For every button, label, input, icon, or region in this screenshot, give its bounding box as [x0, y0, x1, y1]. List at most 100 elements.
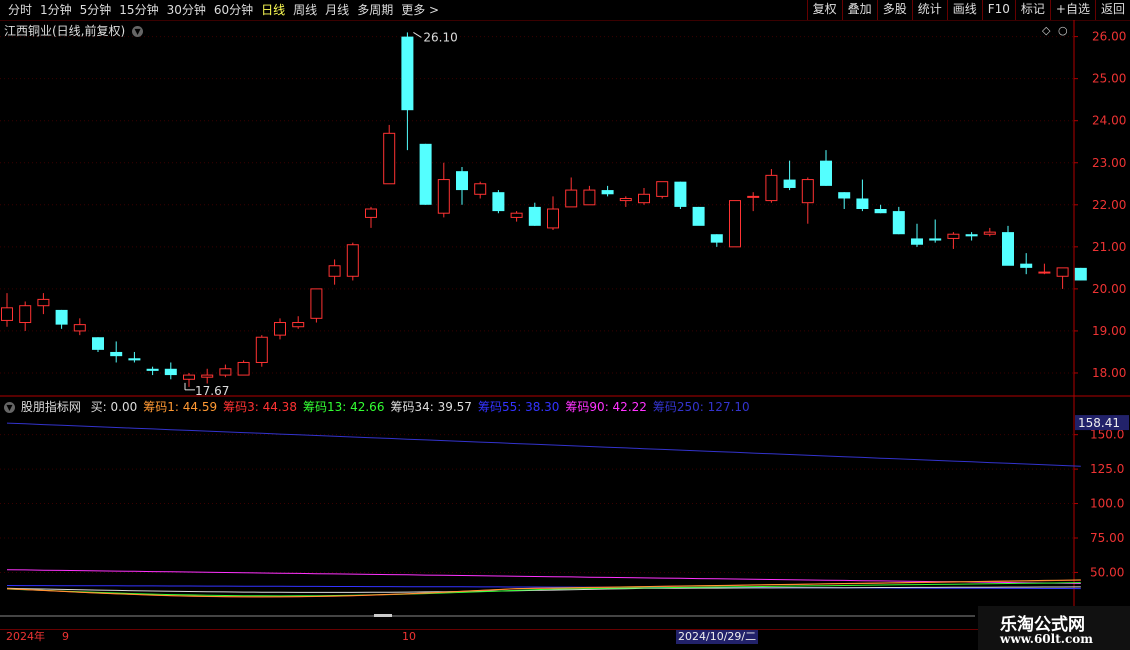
candle-body: [1020, 263, 1033, 268]
candle-body: [856, 198, 869, 209]
indicator-value: 筹码55: 38.30: [477, 400, 560, 414]
candle-body: [510, 212, 523, 218]
candle-body: [146, 368, 159, 371]
period-tab[interactable]: 15分钟: [115, 2, 162, 18]
period-tab[interactable]: 多周期: [353, 2, 397, 18]
candle-body: [565, 189, 578, 208]
chart-title: 江西铜业(日线,前复权) ▼: [4, 22, 144, 39]
indicator-value: 买: 0.00: [90, 400, 138, 414]
date-month-9: 9: [62, 630, 69, 643]
candle-body: [1002, 232, 1014, 266]
indicator-tick-label: 125.0: [1090, 462, 1124, 476]
candle-body: [692, 206, 705, 226]
candle-body: [583, 189, 596, 206]
period-tab[interactable]: 月线: [321, 2, 353, 18]
candle-body: [729, 200, 741, 248]
price-tick-label: 21.00: [1092, 240, 1126, 254]
candle-body: [92, 337, 104, 350]
candle-body: [456, 171, 468, 191]
indicator-value: 筹码90: 42.22: [565, 400, 647, 414]
price-tick-label: 22.00: [1092, 198, 1126, 212]
indicator-value: 筹码3: 44.38: [223, 400, 297, 414]
toolbar-button[interactable]: F10: [981, 0, 1015, 20]
series-line-250: [6, 422, 1081, 467]
period-tab[interactable]: 周线: [289, 2, 321, 18]
date-axis: 2024年 9 10 2024/10/29/二: [0, 629, 978, 644]
toolbar-button[interactable]: 返回: [1094, 0, 1130, 20]
candle-body: [874, 209, 887, 214]
high-label: 26.10: [423, 30, 457, 44]
indicator-tick-label: 75.00: [1090, 531, 1124, 545]
candle-body: [346, 244, 359, 277]
candle-body: [164, 368, 177, 376]
toolbar-actions: 复权 叠加 多股 统计 画线 F10 标记 +自选 返回: [806, 0, 1130, 20]
candle-body: [73, 324, 86, 332]
logo-url: www.60lt.com: [1000, 632, 1093, 646]
toolbar-button[interactable]: +自选: [1049, 0, 1095, 20]
indicator-legend: ▼ 股朋指标网 买: 0.00 筹码1: 44.59 筹码3: 44.38 筹码13:…: [4, 398, 756, 415]
indicator-value: 筹码34: 39.57: [390, 400, 472, 414]
candle-body: [619, 197, 632, 202]
period-tab[interactable]: 5分钟: [76, 2, 116, 18]
circle-icon: ○: [1058, 24, 1068, 37]
price-tick-label: 18.00: [1092, 366, 1126, 380]
candle-body: [365, 208, 377, 218]
period-tabs: 分时 1分钟 5分钟 15分钟 30分钟 60分钟 日线 周线 月线 多周期 更多 >: [4, 2, 443, 18]
candle-body: [674, 181, 687, 207]
candle-body: [55, 309, 68, 325]
low-label: 17.67: [195, 384, 229, 398]
chevron-down-icon[interactable]: ▼: [4, 402, 15, 413]
price-tick-label: 23.00: [1092, 156, 1126, 170]
candle-body: [1, 307, 13, 321]
candle-body: [419, 143, 432, 205]
chevron-down-icon[interactable]: ▼: [132, 26, 144, 37]
series-line-13: [6, 582, 1081, 597]
date-month-10: 10: [402, 630, 416, 643]
candle-body: [638, 193, 650, 204]
candle-body: [983, 231, 996, 235]
period-tab[interactable]: 分时: [4, 2, 36, 18]
indicator-value: 筹码250: 127.10: [652, 400, 750, 414]
candle-body: [110, 351, 123, 357]
period-tab[interactable]: 60分钟: [210, 2, 257, 18]
toolbar-button[interactable]: 多股: [876, 0, 912, 20]
price-tick-label: 24.00: [1092, 114, 1126, 128]
candle-body: [128, 358, 141, 361]
period-tab[interactable]: 30分钟: [163, 2, 210, 18]
candle-body: [1074, 267, 1087, 281]
candle-body: [1056, 267, 1069, 277]
price-tick-label: 25.00: [1092, 72, 1126, 86]
candle-body: [19, 305, 32, 324]
candle-body: [783, 179, 796, 188]
toolbar-button[interactable]: 统计: [911, 0, 947, 20]
candle-body: [965, 234, 978, 237]
candle-body: [219, 368, 232, 376]
kline-chart[interactable]: 26.00 25.00 24.00 23.00 22.00 21.00 20.00 19.00…: [0, 20, 1130, 650]
scroll-thumb: [374, 614, 392, 617]
toolbar-button[interactable]: 复权: [806, 0, 842, 20]
candle-body: [820, 160, 832, 186]
candle-body: [255, 336, 268, 363]
stock-title: 江西铜业(日线,前复权): [4, 24, 126, 38]
toolbar-button[interactable]: 标记: [1014, 0, 1050, 20]
indicator-name[interactable]: 股朋指标网: [21, 400, 81, 414]
candle-body: [401, 36, 414, 111]
toolbar-button[interactable]: 画线: [946, 0, 982, 20]
price-tick-label: 19.00: [1092, 324, 1126, 338]
period-tab[interactable]: 日线: [257, 2, 289, 18]
indicator-tick-label: 50.00: [1090, 565, 1124, 579]
toolbar: 分时 1分钟 5分钟 15分钟 30分钟 60分钟 日线 周线 月线 多周期 更多 > 复权 叠加 多股…: [0, 0, 1130, 21]
candle-body: [237, 361, 250, 376]
candle-body: [383, 132, 396, 185]
diamond-icon: ◇: [1042, 24, 1051, 37]
period-tab[interactable]: 更多 >: [397, 2, 443, 18]
period-tab[interactable]: 1分钟: [36, 2, 76, 18]
candle-body: [929, 238, 942, 241]
candle-body: [474, 183, 487, 195]
candle-body: [801, 179, 814, 204]
toolbar-button[interactable]: 叠加: [841, 0, 877, 20]
candle-body: [528, 206, 541, 226]
value-badge-label: 158.41: [1078, 416, 1120, 430]
indicator-value: 筹码13: 42.66: [302, 400, 385, 414]
series-line-90: [6, 569, 1081, 584]
